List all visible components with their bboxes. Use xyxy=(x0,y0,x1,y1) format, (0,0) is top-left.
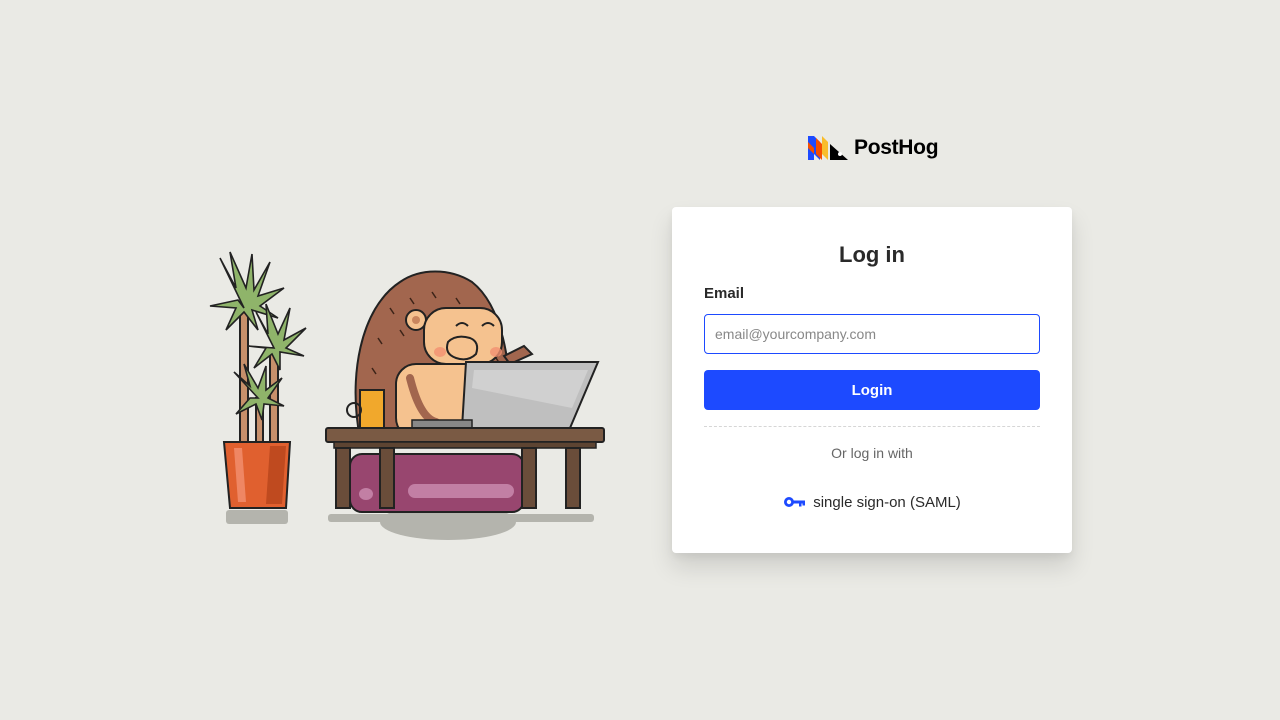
hedgehog-illustration xyxy=(200,248,610,548)
email-label: Email xyxy=(704,285,745,302)
login-page: PostHog Log in Email Login Or log in wit… xyxy=(0,0,1280,720)
page-title: Log in xyxy=(839,242,905,267)
posthog-mark-icon xyxy=(808,136,848,160)
key-icon xyxy=(784,497,806,507)
brand-name: PostHog xyxy=(854,136,939,159)
login-button[interactable]: Login xyxy=(704,370,1040,410)
posthog-logo: PostHog xyxy=(808,134,939,162)
sso-login-button[interactable]: single sign-on (SAML) xyxy=(772,487,972,517)
divider xyxy=(704,426,1040,427)
login-card: Log in Email Login Or log in with single… xyxy=(672,207,1072,553)
alt-login-prompt: Or log in with xyxy=(831,445,913,461)
sso-label: single sign-on (SAML) xyxy=(813,493,961,511)
email-input[interactable] xyxy=(704,314,1040,354)
